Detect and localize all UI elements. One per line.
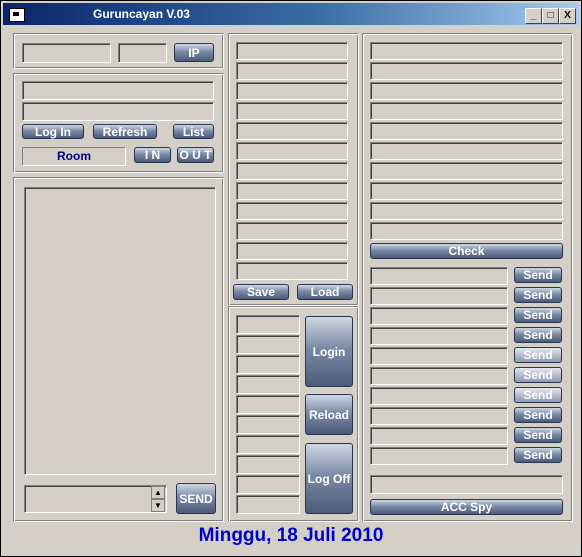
title-bar: Guruncayan V.03 _ □ X xyxy=(3,3,579,25)
app-icon xyxy=(9,8,25,22)
spy-field[interactable] xyxy=(370,287,508,305)
main-window: Guruncayan V.03 _ □ X IP Log In Refresh … xyxy=(0,0,582,557)
ip-address-field[interactable] xyxy=(22,43,111,63)
spy-field[interactable] xyxy=(370,447,508,465)
minimize-button[interactable]: _ xyxy=(525,8,542,24)
close-button[interactable]: X xyxy=(559,8,576,24)
middle-field[interactable] xyxy=(236,82,348,100)
list-button[interactable]: List xyxy=(173,124,214,139)
chat-log[interactable] xyxy=(24,187,216,475)
spy-field[interactable] xyxy=(370,307,508,325)
scroll-up-icon[interactable]: ▲ xyxy=(151,486,165,499)
send-row-button[interactable]: Send xyxy=(514,287,562,303)
middle-field[interactable] xyxy=(236,162,348,180)
send-button[interactable]: SEND xyxy=(176,483,216,514)
send-row-button[interactable]: Send xyxy=(514,387,562,403)
send-row-button[interactable]: Send xyxy=(514,407,562,423)
spy-field[interactable] xyxy=(370,327,508,345)
save-button[interactable]: Save xyxy=(233,284,289,300)
port-field[interactable] xyxy=(118,43,167,63)
username-field[interactable] xyxy=(22,81,214,100)
refresh-button[interactable]: Refresh xyxy=(93,124,157,139)
spy-field[interactable] xyxy=(370,267,508,285)
middle-field[interactable] xyxy=(236,42,348,60)
send-row-button[interactable]: Send xyxy=(514,427,562,443)
room-field[interactable]: Room xyxy=(22,147,126,166)
middle-field[interactable] xyxy=(236,182,348,200)
account-field[interactable] xyxy=(236,355,300,374)
middle-field[interactable] xyxy=(236,142,348,160)
middle-field[interactable] xyxy=(236,242,348,260)
acc-spy-button[interactable]: ACC Spy xyxy=(370,499,563,515)
window-title: Guruncayan V.03 xyxy=(93,7,190,21)
right-list-field[interactable] xyxy=(370,42,563,60)
spy-account-field[interactable] xyxy=(370,475,563,494)
in-button[interactable]: I N xyxy=(134,147,171,163)
load-button[interactable]: Load xyxy=(297,284,353,300)
reload-button[interactable]: Reload xyxy=(305,394,353,435)
middle-field[interactable] xyxy=(236,202,348,220)
right-list-field[interactable] xyxy=(370,62,563,80)
log-off-button[interactable]: Log Off xyxy=(305,443,353,514)
login-big-button[interactable]: Login xyxy=(305,316,353,387)
spy-field[interactable] xyxy=(370,347,508,365)
date-status: Minggu, 18 Juli 2010 xyxy=(198,525,384,546)
password-field[interactable] xyxy=(22,102,214,121)
spy-field[interactable] xyxy=(370,387,508,405)
out-button[interactable]: O U T xyxy=(177,147,214,163)
account-field[interactable] xyxy=(236,455,300,474)
message-input[interactable]: ▲ ▼ xyxy=(24,485,167,513)
ip-button[interactable]: IP xyxy=(174,43,214,62)
account-field[interactable] xyxy=(236,315,300,334)
right-list-field[interactable] xyxy=(370,202,563,220)
right-list-field[interactable] xyxy=(370,182,563,200)
login-button[interactable]: Log In xyxy=(22,124,84,139)
account-field[interactable] xyxy=(236,415,300,434)
send-row-button[interactable]: Send xyxy=(514,267,562,283)
account-field[interactable] xyxy=(236,375,300,394)
scroll-down-icon[interactable]: ▼ xyxy=(151,499,165,512)
send-row-button[interactable]: Send xyxy=(514,347,562,363)
maximize-button[interactable]: □ xyxy=(542,8,559,24)
send-row-button[interactable]: Send xyxy=(514,447,562,463)
account-field[interactable] xyxy=(236,495,300,514)
middle-field[interactable] xyxy=(236,102,348,120)
spy-field[interactable] xyxy=(370,407,508,425)
send-row-button[interactable]: Send xyxy=(514,367,562,383)
account-field[interactable] xyxy=(236,475,300,494)
spy-field[interactable] xyxy=(370,427,508,445)
send-row-button[interactable]: Send xyxy=(514,327,562,343)
middle-field[interactable] xyxy=(236,62,348,80)
spy-field[interactable] xyxy=(370,367,508,385)
account-field[interactable] xyxy=(236,335,300,354)
right-list-field[interactable] xyxy=(370,162,563,180)
right-list-field[interactable] xyxy=(370,142,563,160)
account-field[interactable] xyxy=(236,395,300,414)
right-list-field[interactable] xyxy=(370,122,563,140)
account-field[interactable] xyxy=(236,435,300,454)
middle-field[interactable] xyxy=(236,222,348,240)
right-list-field[interactable] xyxy=(370,82,563,100)
middle-field[interactable] xyxy=(236,122,348,140)
right-list-field[interactable] xyxy=(370,222,563,240)
check-button[interactable]: Check xyxy=(370,243,563,259)
send-row-button[interactable]: Send xyxy=(514,307,562,323)
middle-field[interactable] xyxy=(236,262,348,280)
right-list-field[interactable] xyxy=(370,102,563,120)
